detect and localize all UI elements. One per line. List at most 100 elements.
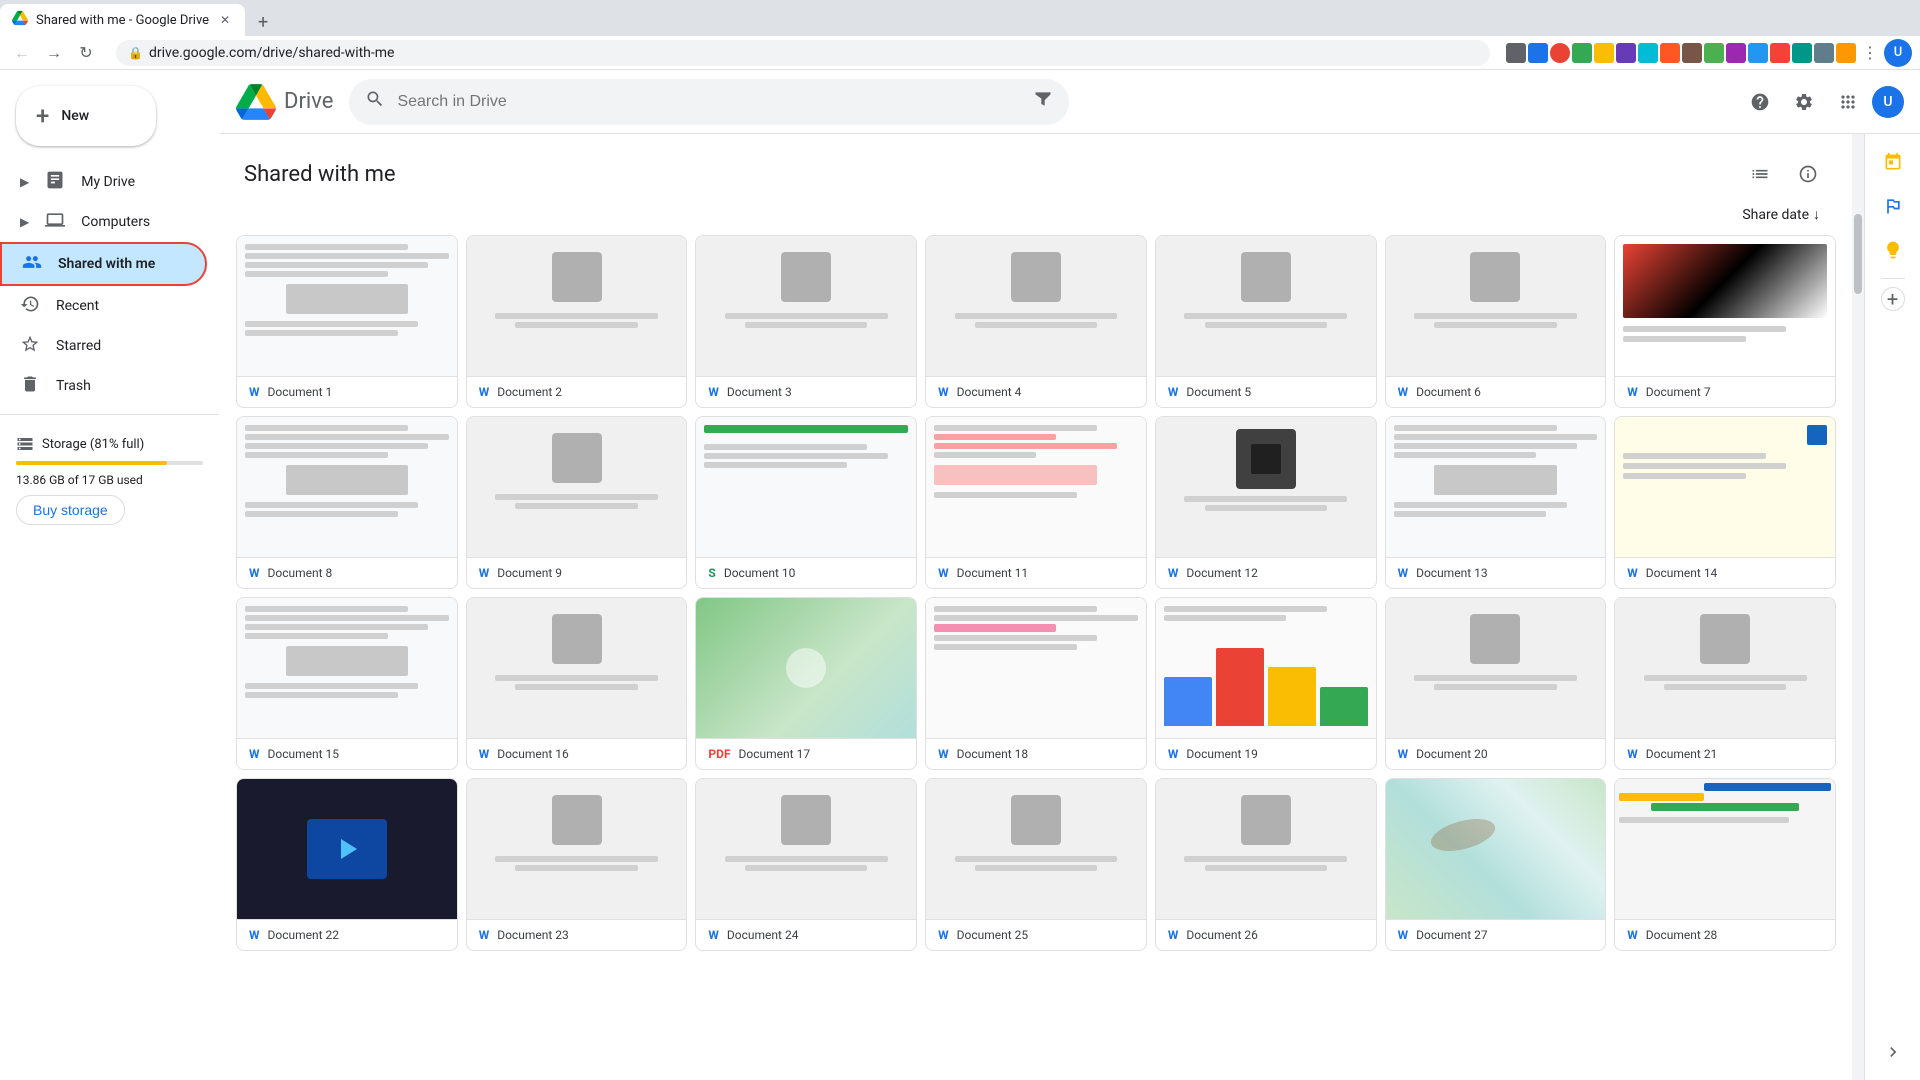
file-card[interactable]: W Document 27 [1385,778,1607,951]
file-card[interactable]: W Document 15 [236,597,458,770]
sidebar-item-recent[interactable]: Recent [0,286,207,326]
file-preview [1156,598,1376,738]
search-filter-icon[interactable] [1033,89,1053,114]
file-card[interactable]: W Document 22 [236,778,458,951]
file-type-icon: W [1398,747,1409,761]
my-drive-icon [45,170,65,194]
file-card[interactable]: W Document 18 [925,597,1147,770]
file-card[interactable]: W Document 21 [1614,597,1836,770]
ext-icon-9[interactable] [1682,43,1702,63]
file-card[interactable]: PDF Document 17 [695,597,917,770]
settings-button[interactable] [1784,82,1824,122]
right-panel-toggle[interactable] [1873,1032,1913,1072]
file-card[interactable]: W Document 24 [695,778,917,951]
address-bar[interactable]: 🔒 drive.google.com/drive/shared-with-me [116,40,1490,66]
file-card[interactable]: W Document 16 [466,597,688,770]
file-preview [1386,779,1606,919]
tab-close-button[interactable]: ✕ [217,12,233,28]
scrollbar[interactable] [1852,134,1864,1080]
file-card[interactable]: W Document 25 [925,778,1147,951]
sidebar-item-shared-with-me[interactable]: Shared with me [0,242,207,286]
file-card[interactable]: W Document 13 [1385,416,1607,589]
ext-icon-3[interactable] [1550,43,1570,63]
scrollbar-thumb[interactable] [1854,214,1862,294]
ext-icon-2[interactable] [1528,43,1548,63]
tasks-button[interactable] [1873,186,1913,226]
forward-button[interactable]: → [40,39,68,67]
file-card[interactable]: W Document 20 [1385,597,1607,770]
ext-icon-11[interactable] [1726,43,1746,63]
file-preview [1615,417,1835,557]
ext-icon-1[interactable] [1506,43,1526,63]
file-name: Document 6 [1416,385,1593,399]
file-card[interactable]: W Document 4 [925,235,1147,408]
ext-icon-10[interactable] [1704,43,1724,63]
file-card[interactable]: W Document 7 [1614,235,1836,408]
file-card[interactable]: W Document 11 [925,416,1147,589]
ext-icon-15[interactable] [1814,43,1834,63]
file-card[interactable]: W Document 6 [1385,235,1607,408]
profile-circle[interactable]: U [1884,39,1912,67]
new-tab-button[interactable]: + [249,8,277,36]
back-button[interactable]: ← [8,39,36,67]
file-card[interactable]: S Document 10 [695,416,917,589]
calendar-button[interactable] [1873,142,1913,182]
sidebar-item-computers[interactable]: ▶ Computers [0,202,207,242]
file-card[interactable]: W Document 23 [466,778,688,951]
file-name: Document 11 [957,566,1134,580]
user-avatar[interactable]: U [1872,86,1904,118]
ext-icon-14[interactable] [1792,43,1812,63]
ext-icon-4[interactable] [1572,43,1592,63]
file-card[interactable]: W Document 3 [695,235,917,408]
toolbar-extensions: ⋮ U [1506,39,1912,67]
view-details-button[interactable] [1788,154,1828,194]
sort-button[interactable]: Share date ↓ [1734,202,1828,227]
file-name: Document 23 [497,928,674,942]
file-card[interactable]: W Document 1 [236,235,458,408]
sidebar-item-starred[interactable]: Starred [0,326,207,366]
add-app-button[interactable]: + [1881,287,1905,311]
file-type-icon: W [479,385,490,399]
keep-button[interactable] [1873,230,1913,270]
ext-icon-12[interactable] [1748,43,1768,63]
file-card[interactable]: W Document 12 [1155,416,1377,589]
buy-storage-button[interactable]: Buy storage [16,495,125,525]
file-preview [926,417,1146,557]
file-preview [237,417,457,557]
file-info: PDF Document 17 [696,738,916,769]
ext-icon-8[interactable] [1660,43,1680,63]
active-tab[interactable]: Shared with me - Google Drive ✕ [0,4,245,36]
ext-icon-6[interactable] [1616,43,1636,63]
trash-label: Trash [56,378,91,394]
expand-arrow-icon: ▶ [20,175,29,189]
search-bar[interactable] [349,79,1069,125]
file-card[interactable]: W Document 8 [236,416,458,589]
starred-label: Starred [56,338,101,354]
file-preview [696,779,916,919]
ext-icon-7[interactable] [1638,43,1658,63]
list-view-button[interactable] [1740,154,1780,194]
sidebar-item-my-drive[interactable]: ▶ My Drive [0,162,207,202]
file-preview [696,236,916,376]
sidebar-item-trash[interactable]: Trash [0,366,207,406]
file-card[interactable]: W Document 14 [1614,416,1836,589]
file-card[interactable]: W Document 5 [1155,235,1377,408]
refresh-button[interactable]: ↻ [72,39,100,67]
file-card[interactable]: W Document 2 [466,235,688,408]
file-card[interactable]: W Document 19 [1155,597,1377,770]
ext-icon-13[interactable] [1770,43,1790,63]
ext-icon-5[interactable] [1594,43,1614,63]
help-button[interactable] [1740,82,1780,122]
new-button[interactable]: + New [16,86,156,146]
ext-more[interactable]: ⋮ [1858,43,1882,62]
file-card[interactable]: W Document 26 [1155,778,1377,951]
search-input[interactable] [397,93,1021,111]
ext-icon-16[interactable] [1836,43,1856,63]
apps-button[interactable] [1828,82,1868,122]
file-type-icon: PDF [708,747,730,761]
file-preview [467,598,687,738]
file-name: Document 9 [497,566,674,580]
file-card[interactable]: W Document 28 [1614,778,1836,951]
file-info: W Document 15 [237,738,457,769]
file-card[interactable]: W Document 9 [466,416,688,589]
